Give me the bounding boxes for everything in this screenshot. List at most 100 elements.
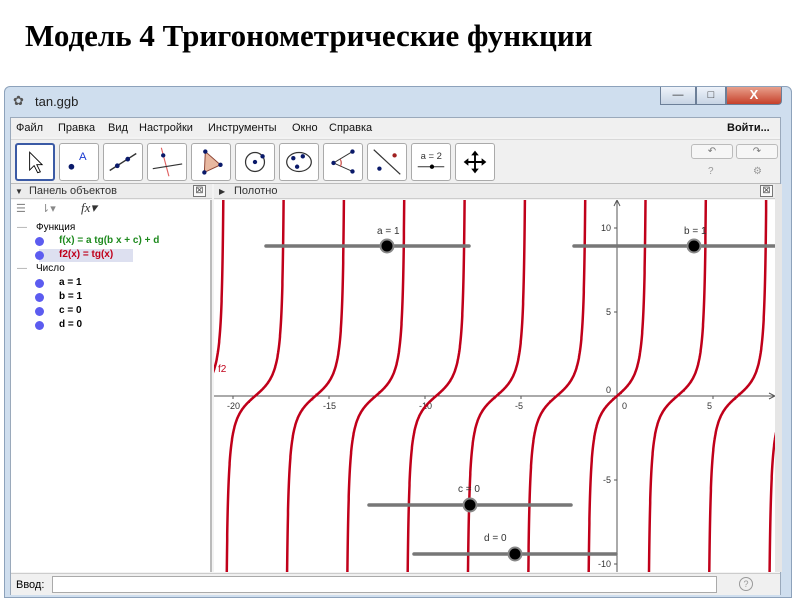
menu-settings[interactable]: Настройки [139,122,193,134]
collapse-triangle-icon[interactable]: ▼ [15,187,23,196]
visibility-toggle[interactable] [35,237,44,246]
menu-edit[interactable]: Правка [58,122,95,134]
y-tick-label: 10 [601,223,611,233]
menu-tools[interactable]: Инструменты [208,122,277,134]
y-tick-label: -5 [603,475,611,485]
number-c: c = 0 [59,305,82,316]
input-help-icon[interactable]: ? [739,577,753,591]
algebra-panel-header: ▼ Панель объектов ⊠ [11,184,212,199]
tan-curve-branch [647,200,708,572]
graph-canvas[interactable]: -20 -15 -10 -5 0 51050-5-10f2a = 1b = 1c = 0d… [214,200,775,572]
move-arrows-icon [463,150,487,174]
number-d: d = 0 [59,319,83,330]
undo-button[interactable]: ↶ [691,144,733,159]
function-f2: f2(x) = tg(x) [59,249,114,260]
list-item[interactable]: f2(x) = tg(x) [35,249,133,262]
tool-slider[interactable]: a = 2 [411,143,451,181]
login-link[interactable]: Войти... [727,122,770,134]
menu-help[interactable]: Справка [329,122,372,134]
input-field[interactable] [52,576,717,593]
y-tick-label: 0 [606,385,611,395]
algebra-panel-close-button[interactable]: ⊠ [193,185,206,197]
svg-text:A: A [79,151,87,163]
menu-window[interactable]: Окно [292,122,318,134]
tan-curve-branch [346,200,406,572]
slider-knob[interactable] [462,497,478,513]
visibility-toggle[interactable] [35,307,44,316]
graphics-panel-title: Полотно [234,185,278,197]
slider-icon: a = 2 [417,151,445,169]
y-tick-label: -10 [598,559,611,569]
visibility-toggle[interactable] [35,321,44,330]
toolbar: A a = 2 ↶ ↷ ? ⚙ [11,139,780,184]
fx-menu-icon[interactable]: fx▾ [81,200,97,216]
algebra-panel: ☰ ⇂▾ fx▾ — Функция f(x) = a tg(b x + c) … [11,200,212,572]
tool-line[interactable] [103,143,143,181]
visibility-toggle[interactable] [35,293,44,302]
tool-perpendicular[interactable] [147,143,187,181]
minimize-button[interactable]: — [660,87,696,105]
graphics-panel-close-button[interactable]: ⊠ [760,185,773,197]
input-bar: Ввод: ? [11,573,780,595]
circle-icon [244,151,266,173]
tool-conic[interactable] [279,143,319,181]
number-b: b = 1 [59,291,83,302]
auxiliary-objects-icon[interactable]: ☰ [16,202,26,215]
angle-icon [331,149,355,174]
collapse-icon[interactable]: — [17,263,27,274]
menu-bar: Файл Правка Вид Настройки Инструменты Ок… [11,118,780,137]
tool-point[interactable]: A [59,143,99,181]
algebra-panel-title: Панель объектов [29,185,117,197]
tan-curve-branch [285,200,346,572]
help-icon[interactable]: ? [708,166,714,177]
redo-button[interactable]: ↷ [736,144,778,159]
tool-move-view[interactable] [455,143,495,181]
polygon-icon [202,149,223,175]
list-item[interactable]: f(x) = a tg(b x + c) + d [35,235,159,248]
group-label: Функция [36,222,76,233]
side-collapse-strip[interactable] [775,184,782,572]
slider-label: c = 0 [458,484,480,495]
slider-knob[interactable] [686,238,702,254]
tool-reflect[interactable] [367,143,407,181]
expand-triangle-icon[interactable]: ▶ [219,187,225,196]
number-a: a = 1 [59,277,82,288]
line-icon [109,152,137,172]
x-tick-label: 0 [622,401,627,411]
tan-curve-branch [406,200,466,572]
slider-knob[interactable] [507,546,523,562]
visibility-toggle[interactable] [35,251,44,260]
app-icon: ✿ [13,93,24,108]
reflect-icon [373,149,401,175]
tool-circle[interactable] [235,143,275,181]
tan-curve-branch [214,200,225,374]
curve-label-f2: f2 [218,364,227,375]
close-button[interactable]: X [726,87,782,105]
menu-file[interactable]: Файл [16,122,43,134]
tool-angle[interactable] [323,143,363,181]
x-tick-label: -5 [515,401,523,411]
slider-label: d = 0 [484,533,507,544]
tan-curve-branch [527,200,587,572]
slide-title: Модель 4 Тригонометрические функции [25,18,593,53]
app-client: Файл Правка Вид Настройки Инструменты Ок… [10,117,782,595]
x-tick-label: -15 [323,401,336,411]
visibility-toggle[interactable] [35,279,44,288]
tool-polygon[interactable] [191,143,231,181]
maximize-button[interactable]: □ [696,87,726,105]
list-item[interactable]: b = 1 [35,291,99,304]
perpendicular-line-icon [152,147,183,177]
graphics-view[interactable]: -20 -15 -10 -5 0 5 10 5 0 -5 -10 f2 a = 1b = 1c = 0d… [214,200,775,572]
sort-menu-icon[interactable]: ⇂▾ [41,202,56,215]
cursor-arrow-icon [29,151,44,174]
x-tick-label: -20 [227,401,240,411]
list-item[interactable]: c = 0 [35,305,99,318]
settings-gear-icon[interactable]: ⚙ [753,166,762,177]
menu-view[interactable]: Вид [108,122,128,134]
list-item[interactable]: a = 1 [35,277,99,290]
list-item[interactable]: d = 0 [35,319,99,332]
slider-knob[interactable] [379,238,395,254]
collapse-icon[interactable]: — [17,222,27,233]
tool-move[interactable] [15,143,55,181]
slider-tool-label: a = 2 [421,151,442,162]
